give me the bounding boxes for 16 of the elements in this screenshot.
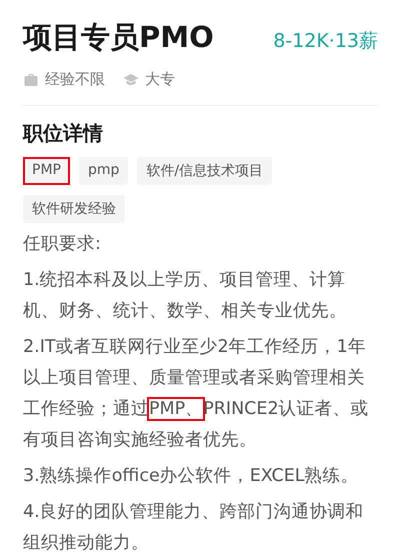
section-heading: 职位详情 bbox=[23, 120, 104, 147]
briefcase-icon bbox=[23, 72, 39, 88]
job-title: 项目专员PMO bbox=[23, 19, 214, 56]
meta-text: 经验不限 bbox=[45, 70, 105, 89]
salary: 8-12K·13薪 bbox=[273, 29, 378, 54]
skill-tag: PMP bbox=[23, 157, 70, 185]
skill-tag: 软件/信息技术项目 bbox=[137, 157, 272, 185]
requirement-text: 任职要求: bbox=[23, 233, 102, 256]
skill-tag: pmp bbox=[78, 157, 128, 185]
graduation-cap-icon bbox=[123, 72, 139, 88]
skill-tag: 软件研发经验 bbox=[23, 195, 125, 223]
meta-text: 大专 bbox=[145, 70, 175, 89]
requirement-text: 2.IT或者互联网行业至少2年工作经历，1年以上项目管理、质量管理或者采购管理相关工作经验；通过PMP、PRINCE2认证者、或有项目咨询实施经验者优先。 bbox=[23, 336, 370, 452]
requirement-text: 1.统招本科及以上学历、项目管理、计算机、财务、统计、数学、相关专业优先。 bbox=[23, 269, 348, 323]
requirement-text: 3.熟练操作office办公软件，EXCEL熟练。 bbox=[23, 465, 360, 488]
requirement-text: 4.良好的团队管理能力、跨部门沟通协调和组织推动能力。 bbox=[23, 501, 365, 555]
